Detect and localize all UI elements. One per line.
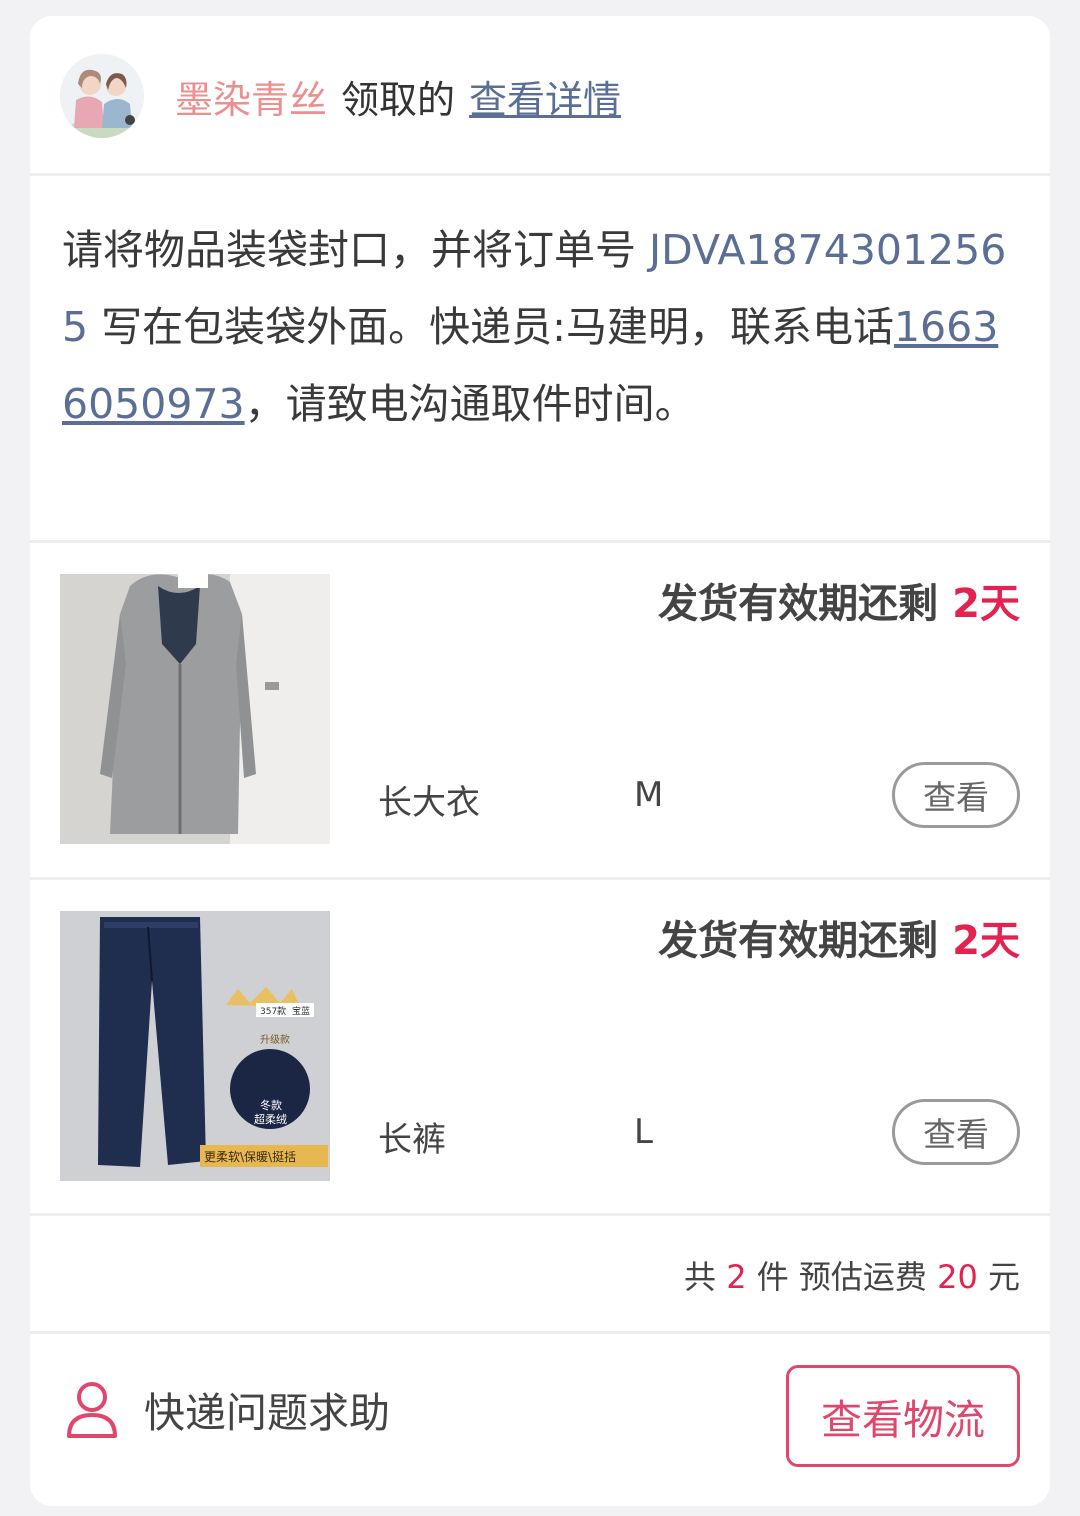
order-card: 墨染青丝 领取的 查看详情 请将物品装袋封口，并将订单号 JDVA1874301… [30,16,1050,1506]
shipping-instructions: 请将物品装袋封口，并将订单号 JDVA18743012565 写在包装袋外面。快… [62,212,1022,443]
instructions-text-2: 写在包装袋外面。快递员:马建明，联系电话 [88,303,894,351]
shipping-deadline: 发货有效期还剩 2天 [658,571,1020,629]
list-item: 发货有效期还剩 2天 长大衣 M 查看 [30,543,1050,877]
item-name: 长裤 [378,1120,446,1160]
deadline-label: 发货有效期还剩 [658,581,939,627]
courier-help-label: 快递问题求助 [144,1389,390,1437]
coat-product-image[interactable] [60,574,330,844]
view-details-link[interactable]: 查看详情 [469,69,621,124]
deadline-label: 发货有效期还剩 [658,918,939,964]
divider [30,1331,1050,1334]
header-line: 墨染青丝 领取的 查看详情 [175,68,621,124]
claim-text: 领取的 [341,77,456,122]
view-item-button[interactable]: 查看 [892,1099,1020,1165]
person-icon [67,1382,117,1438]
divider [30,173,1050,176]
deadline-days: 2天 [952,918,1020,964]
pants-image-text: 宝蓝 [292,1005,310,1017]
currency-unit: 元 [977,1258,1020,1296]
pants-image-text: 升级款 [260,1033,290,1046]
summary-text: 共 [684,1258,727,1296]
courier-help-link[interactable]: 快递问题求助 [64,1374,390,1444]
deadline-days: 2天 [952,581,1020,627]
view-item-button[interactable]: 查看 [892,762,1020,828]
pants-image-text: 更柔软\保暖\挺括 [204,1149,296,1164]
pants-image-text: 357款 [260,1005,286,1017]
item-size: M [634,775,664,815]
card-header: 墨染青丝 领取的 查看详情 [30,16,1050,173]
divider [30,1213,1050,1216]
item-size: L [634,1112,653,1152]
item-count: 2 [726,1258,747,1296]
order-summary: 共 2 件 预估运费 20 元 [684,1252,1020,1298]
pants-image-text: 超柔绒 [254,1112,287,1126]
instructions-text-1: 请将物品装袋封口，并将订单号 [62,226,650,274]
summary-text: 件 预估运费 [746,1258,938,1296]
avatar[interactable] [60,54,144,138]
view-logistics-button[interactable]: 查看物流 [786,1365,1020,1467]
shipping-fee: 20 [937,1258,978,1296]
shipping-deadline: 发货有效期还剩 2天 [658,908,1020,966]
instructions-text-3: ，请致电沟通取件时间。 [244,380,696,428]
list-item: 357款 宝蓝 升级款 冬款 超柔绒 更柔软\保暖\挺括 发货有效期还剩 2天 长… [30,880,1050,1214]
pants-image-text: 冬款 [260,1098,282,1112]
item-name: 长大衣 [378,783,480,823]
pants-product-image[interactable]: 357款 宝蓝 升级款 冬款 超柔绒 更柔软\保暖\挺括 [60,911,330,1181]
nickname[interactable]: 墨染青丝 [175,69,327,124]
